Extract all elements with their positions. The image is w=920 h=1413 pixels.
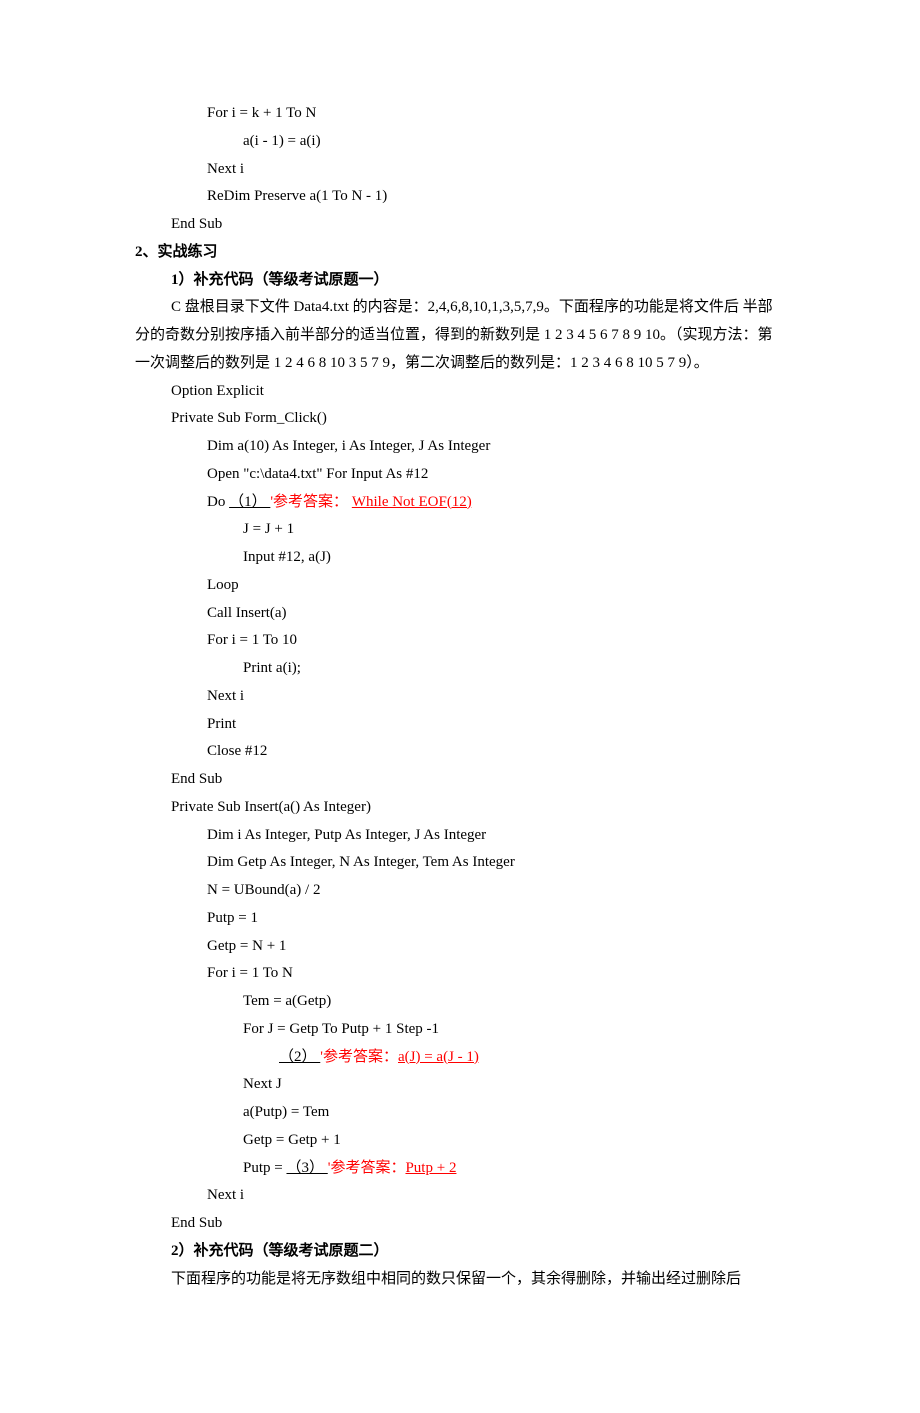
code-fragment: Do — [207, 494, 229, 510]
code-fragment: Putp = — [243, 1160, 286, 1176]
blank-2: （2） — [279, 1049, 320, 1065]
code-line: Putp = 1 — [135, 905, 785, 933]
answer-label: '参考答案： — [328, 1160, 406, 1176]
code-line: Next i — [135, 683, 785, 711]
code-line: Option Explicit — [135, 378, 785, 406]
paragraph-first-line: C 盘根目录下文件 Data4.txt 的内容是：2,4,6,8,10,1,3,… — [135, 294, 739, 322]
code-line: Private Sub Insert(a() As Integer) — [135, 794, 785, 822]
code-line: Next i — [135, 1182, 785, 1210]
section-heading-2: 2、实战练习 — [135, 239, 785, 267]
section-heading-3: 1）补充代码（等级考试原题一） — [135, 267, 785, 295]
answer-label: '参考答案： — [320, 1049, 398, 1065]
answer-1: While Not EOF(12) — [352, 494, 472, 510]
code-line: a(i - 1) = a(i) — [135, 128, 785, 156]
answer-label: '参考答案： — [270, 494, 351, 510]
code-line: Close #12 — [135, 738, 785, 766]
code-line: Dim Getp As Integer, N As Integer, Tem A… — [135, 849, 785, 877]
code-line: Private Sub Form_Click() — [135, 405, 785, 433]
code-line: （2） '参考答案：a(J) = a(J - 1) — [135, 1044, 785, 1072]
paragraph: 下面程序的功能是将无序数组中相同的数只保留一个，其余得删除，并输出经过删除后 — [135, 1266, 785, 1294]
code-line: End Sub — [135, 1210, 785, 1238]
code-line: Putp = （3） '参考答案：Putp + 2 — [135, 1155, 785, 1183]
code-line: a(Putp) = Tem — [135, 1099, 785, 1127]
code-line: For i = k + 1 To N — [135, 100, 785, 128]
code-line: Call Insert(a) — [135, 600, 785, 628]
code-line: Open "c:\data4.txt" For Input As #12 — [135, 461, 785, 489]
code-line: For i = 1 To 10 — [135, 627, 785, 655]
code-line: Dim a(10) As Integer, i As Integer, J As… — [135, 433, 785, 461]
answer-2: a(J) = a(J - 1) — [398, 1049, 479, 1065]
code-line: Print — [135, 711, 785, 739]
code-line: Do （1） '参考答案： While Not EOF(12) — [135, 489, 785, 517]
code-line: For J = Getp To Putp + 1 Step -1 — [135, 1016, 785, 1044]
code-line: J = J + 1 — [135, 516, 785, 544]
answer-3: Putp + 2 — [405, 1160, 456, 1176]
blank-1: （1） — [229, 494, 270, 510]
code-line: N = UBound(a) / 2 — [135, 877, 785, 905]
code-line: Getp = N + 1 — [135, 933, 785, 961]
blank-3: （3） — [286, 1160, 327, 1176]
code-line: End Sub — [135, 766, 785, 794]
code-line: Getp = Getp + 1 — [135, 1127, 785, 1155]
section-heading-3: 2）补充代码（等级考试原题二） — [135, 1238, 785, 1266]
code-line: Next J — [135, 1071, 785, 1099]
code-line: For i = 1 To N — [135, 960, 785, 988]
code-line: Input #12, a(J) — [135, 544, 785, 572]
code-line: ReDim Preserve a(1 To N - 1) — [135, 183, 785, 211]
code-line: Print a(i); — [135, 655, 785, 683]
code-line: Next i — [135, 156, 785, 184]
code-line: Tem = a(Getp) — [135, 988, 785, 1016]
code-line: Loop — [135, 572, 785, 600]
code-line: Dim i As Integer, Putp As Integer, J As … — [135, 822, 785, 850]
code-line: End Sub — [135, 211, 785, 239]
